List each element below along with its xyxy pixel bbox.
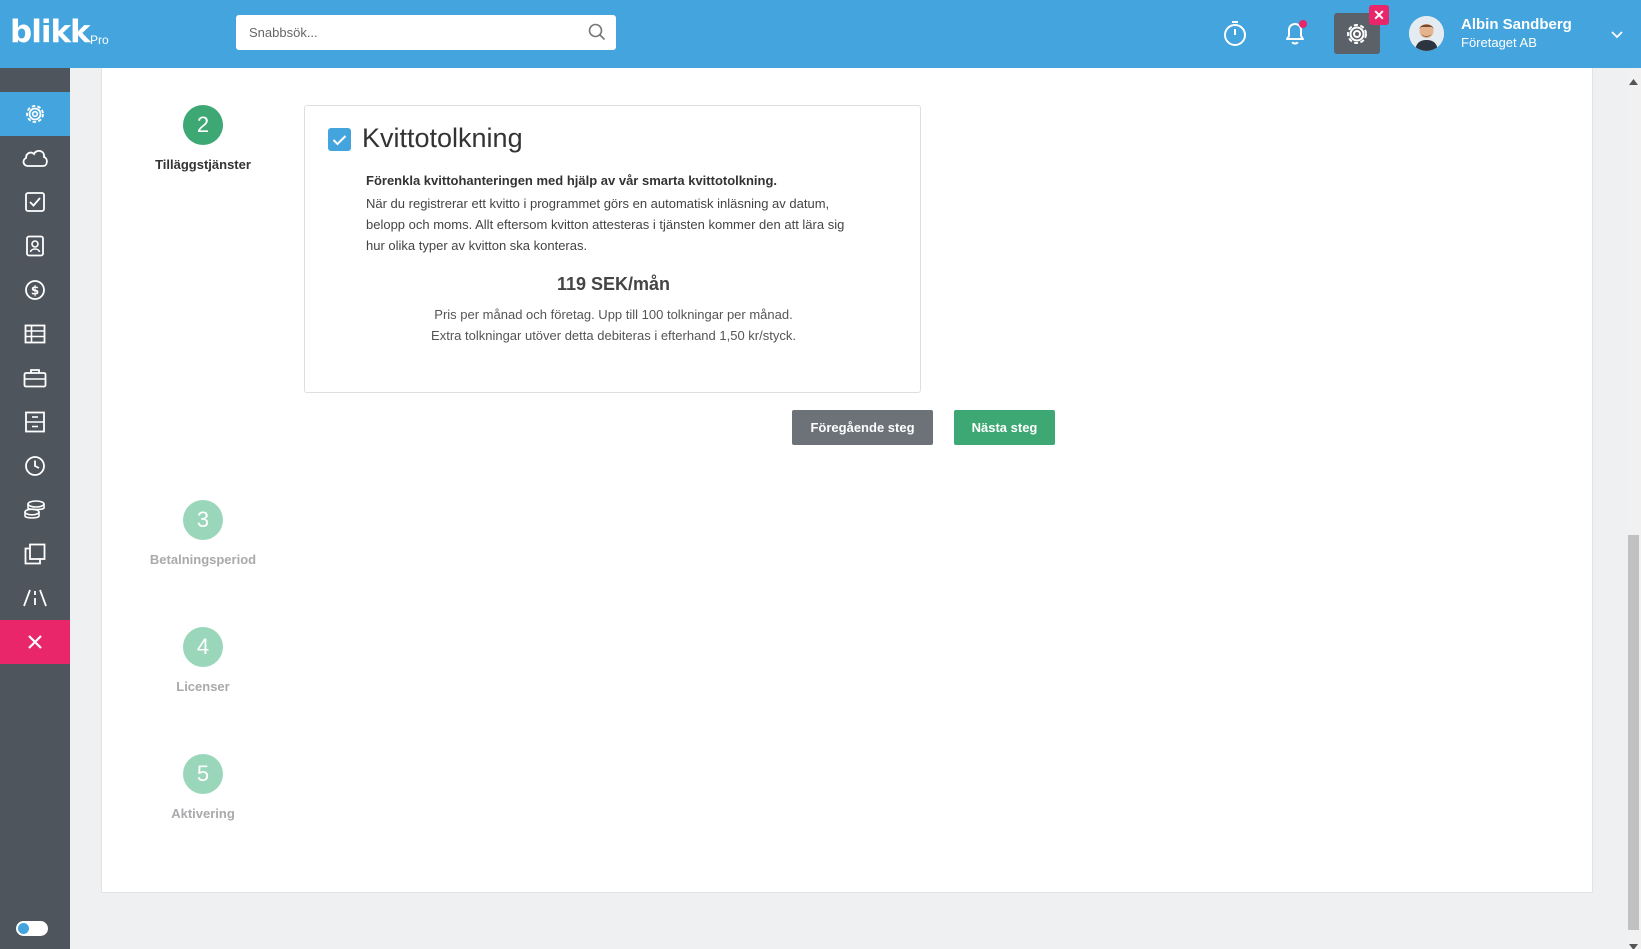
scroll-up-arrow-icon[interactable]: [1629, 72, 1638, 90]
top-bar: blikk Pro ✕ Albin Sandberg Företaget AB: [0, 0, 1641, 68]
gear-icon: [1347, 23, 1367, 44]
sidebar-item-salary[interactable]: [0, 488, 70, 532]
step-label: Licenser: [176, 679, 230, 694]
cloud-icon: [22, 150, 48, 167]
sidebar-item-documents[interactable]: [0, 532, 70, 576]
addon-price: 119 SEK/mån: [556, 274, 671, 294]
table-icon: [24, 324, 46, 344]
addon-description: När du registrerar ett kvitto i programm…: [366, 196, 845, 253]
chevron-down-icon[interactable]: [1611, 26, 1623, 44]
addon-service-card: Kvittotolkning Förenkla kvittohanteringe…: [304, 105, 921, 393]
svg-text:$: $: [31, 284, 39, 298]
step-label: Aktivering: [171, 806, 235, 821]
scroll-down-arrow-icon[interactable]: [1629, 937, 1638, 949]
addon-title: Kvittotolkning: [362, 123, 523, 153]
sidebar-item-projects[interactable]: [0, 356, 70, 400]
archive-icon: [25, 411, 45, 433]
wizard-step-4: 4 Licenser: [128, 627, 278, 694]
step-number: 4: [183, 627, 223, 667]
step-number: 3: [183, 500, 223, 540]
price-note-line-1: Pris per månad och företag. Upp till 100…: [434, 307, 793, 322]
dollar-icon: $: [25, 280, 45, 300]
sidebar-item-finance[interactable]: $: [0, 268, 70, 312]
sidebar-item-archive[interactable]: [0, 400, 70, 444]
avatar[interactable]: [1409, 16, 1444, 51]
logo[interactable]: blikk: [10, 14, 91, 50]
contacts-icon: [26, 235, 44, 257]
checkmark-icon: [332, 134, 347, 145]
sidebar-item-time[interactable]: [0, 444, 70, 488]
sidebar-item-tasks[interactable]: [0, 180, 70, 224]
price-note-line-2: Extra tolkningar utöver detta debiteras …: [431, 328, 796, 343]
checkbox-icon: [25, 192, 45, 212]
addon-checkbox[interactable]: [328, 128, 351, 151]
previous-step-button[interactable]: Föregående steg: [792, 410, 933, 445]
coins-icon: [24, 500, 45, 519]
step-number: 2: [183, 105, 223, 145]
notification-dot: [1299, 20, 1307, 28]
user-company: Företaget AB: [1461, 35, 1537, 50]
sidebar-item-cloud[interactable]: [0, 136, 70, 180]
sidebar-toggle[interactable]: [16, 921, 48, 936]
search-icon[interactable]: [588, 23, 606, 46]
road-icon: [23, 589, 47, 607]
addon-price-note: Pris per månad och företag. Upp till 100…: [305, 304, 922, 346]
user-name[interactable]: Albin Sandberg: [1461, 16, 1572, 33]
sidebar-item-travel[interactable]: [0, 576, 70, 620]
wizard-step-2: 2 Tilläggstjänster: [128, 105, 278, 172]
gear-icon: [26, 105, 44, 123]
toggle-knob: [18, 923, 29, 934]
bell-icon[interactable]: [1277, 15, 1313, 51]
close-icon: [28, 635, 42, 649]
search-input[interactable]: [236, 15, 566, 50]
wizard-step-3: 3 Betalningsperiod: [128, 500, 278, 567]
copy-icon: [24, 543, 46, 565]
step-number: 5: [183, 754, 223, 794]
stopwatch-icon[interactable]: [1217, 15, 1253, 51]
sidebar-item-close[interactable]: [0, 620, 70, 664]
wizard-step-5: 5 Aktivering: [128, 754, 278, 821]
sidebar: $: [0, 68, 70, 949]
scrollbar-thumb[interactable]: [1628, 535, 1639, 930]
logo-suffix: Pro: [90, 33, 109, 47]
addon-lead: Förenkla kvittohanteringen med hjälp av …: [366, 173, 778, 188]
close-icon[interactable]: ✕: [1369, 5, 1389, 25]
next-step-button[interactable]: Nästa steg: [954, 410, 1055, 445]
step-label: Tilläggstjänster: [155, 157, 251, 172]
briefcase-icon: [23, 369, 47, 388]
sidebar-item-table[interactable]: [0, 312, 70, 356]
sidebar-item-contacts[interactable]: [0, 224, 70, 268]
sidebar-item-settings[interactable]: [0, 92, 70, 136]
step-label: Betalningsperiod: [149, 552, 257, 567]
search-box: [236, 15, 616, 50]
clock-icon: [25, 456, 45, 476]
